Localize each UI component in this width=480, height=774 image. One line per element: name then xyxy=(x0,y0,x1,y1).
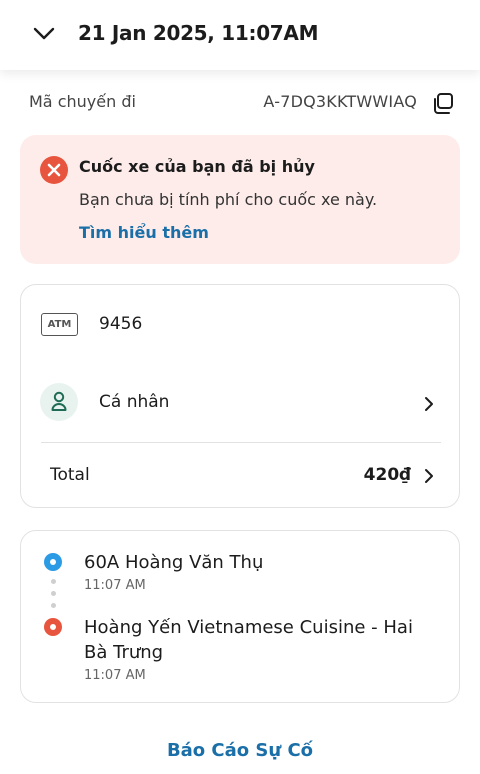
dropoff-marker-icon xyxy=(44,618,62,636)
page-title: 21 Jan 2025, 11:07AM xyxy=(78,21,319,45)
atm-card-icon: ATM xyxy=(41,313,78,336)
pickup-time: 11:07 AM xyxy=(84,578,146,593)
pickup-marker-icon xyxy=(44,553,62,571)
close-circle-icon xyxy=(40,156,68,184)
dropoff-time: 11:07 AM xyxy=(84,668,146,683)
chevron-right-icon xyxy=(421,396,437,412)
route-connector-dot xyxy=(51,579,56,584)
report-issue-link[interactable]: Báo Cáo Sự Cố xyxy=(0,740,480,761)
cancel-banner: Cuốc xe của bạn đã bị hủy Bạn chưa bị tí… xyxy=(20,135,460,264)
person-icon xyxy=(40,383,78,421)
cancel-description: Bạn chưa bị tính phí cho cuốc xe này. xyxy=(79,190,378,209)
total-label: Total xyxy=(50,465,90,485)
card-number: 9456 xyxy=(99,314,143,334)
trip-id-label: Mã chuyến đi xyxy=(29,92,136,111)
total-row[interactable]: Total 420₫ xyxy=(21,453,461,501)
header: 21 Jan 2025, 11:07AM xyxy=(0,0,480,70)
trip-id-row: Mã chuyến đi A-7DQ3KKTWWIAQ xyxy=(29,88,457,120)
payment-card: ATM 9456 Cá nhân Total 420₫ xyxy=(20,284,460,508)
divider xyxy=(41,442,441,443)
route-connector-dot xyxy=(51,591,56,596)
dropoff-address: Hoàng Yến Vietnamese Cuisine - Hai Bà Tr… xyxy=(84,617,413,663)
learn-more-link[interactable]: Tìm hiểu thêm xyxy=(79,223,209,242)
chevron-down-icon[interactable] xyxy=(28,18,60,50)
pickup-address: 60A Hoàng Văn Thụ xyxy=(84,552,264,573)
profile-row[interactable]: Cá nhân xyxy=(21,377,461,431)
route-connector-dot xyxy=(51,603,56,608)
trip-id-value: A-7DQ3KKTWWIAQ xyxy=(263,92,417,111)
profile-label: Cá nhân xyxy=(99,392,170,412)
cancel-title: Cuốc xe của bạn đã bị hủy xyxy=(79,157,315,176)
route-card: 60A Hoàng Văn Thụ 11:07 AM Hoàng Yến Vie… xyxy=(20,530,460,703)
total-value: 420₫ xyxy=(363,465,411,485)
chevron-right-icon xyxy=(421,468,437,484)
copy-icon[interactable] xyxy=(429,90,457,118)
